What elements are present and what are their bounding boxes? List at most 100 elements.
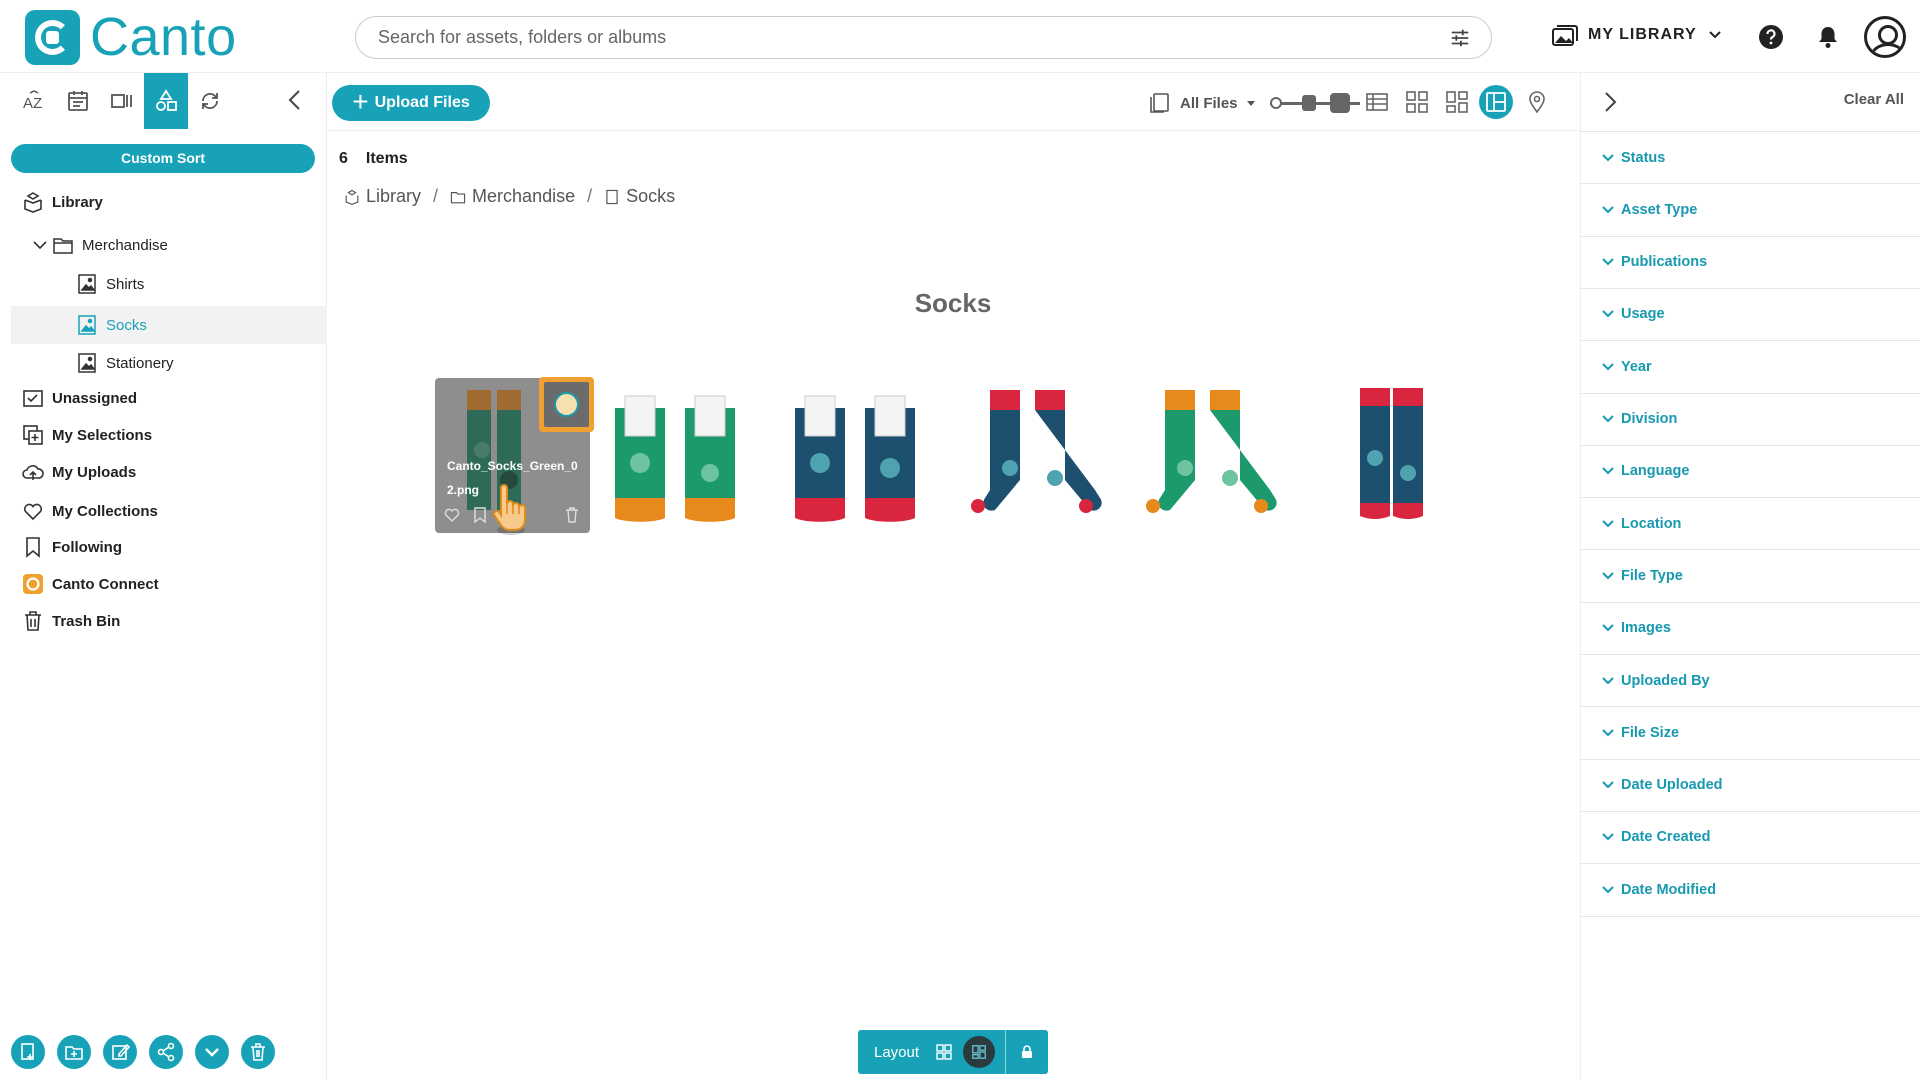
tree-item-label: Trash Bin (52, 612, 121, 630)
mosaic-view-icon[interactable] (1444, 89, 1470, 115)
asset-thumbnail[interactable] (605, 378, 760, 533)
breadcrumb-library[interactable]: Library (366, 186, 421, 207)
sort-recent-tab[interactable] (188, 73, 232, 129)
canto-logo[interactable]: Canto (25, 10, 237, 65)
delete-button[interactable] (241, 1035, 275, 1069)
list-view-icon[interactable] (1364, 89, 1390, 115)
search-input[interactable] (378, 17, 1378, 58)
chevron-down-icon (205, 1048, 219, 1057)
slider-small-handle[interactable] (1270, 97, 1282, 109)
masonry-layout-button[interactable] (963, 1036, 996, 1068)
clear-all-button[interactable]: Clear All (1844, 91, 1904, 108)
share-button[interactable] (149, 1035, 183, 1069)
filter-division[interactable]: Division (1581, 392, 1920, 445)
breadcrumb-socks[interactable]: Socks (626, 186, 675, 207)
masonry-view-button[interactable] (1479, 85, 1513, 119)
notification-bell-icon[interactable] (1815, 24, 1841, 50)
items-count: 6 Items (339, 150, 408, 168)
filter-publications[interactable]: Publications (1581, 235, 1920, 288)
breadcrumb-separator: / (587, 186, 593, 206)
trash-icon (251, 1043, 265, 1061)
library-switcher[interactable]: MY LIBRARY (1552, 24, 1723, 46)
tree-item-following[interactable]: Following (22, 531, 122, 563)
custom-sort-button[interactable]: Custom Sort (11, 144, 315, 173)
map-pin-icon[interactable] (1524, 89, 1550, 115)
lock-icon[interactable] (1020, 1045, 1034, 1059)
sock-image (1146, 390, 1277, 513)
slider-large-handle[interactable] (1330, 93, 1350, 113)
filter-label: Date Modified (1621, 881, 1717, 898)
tree-item-library[interactable]: Library (22, 186, 103, 218)
filter-usage[interactable]: Usage (1581, 287, 1920, 340)
tree-item-label: Following (52, 538, 122, 556)
sort-custom-tab[interactable] (144, 73, 188, 129)
asset-thumbnail[interactable]: Canto_Socks_Green_02.png (435, 377, 594, 535)
tree-item-my-collections[interactable]: My Collections (22, 495, 158, 527)
user-avatar[interactable] (1864, 16, 1906, 58)
tree-item-stationery[interactable]: Stationery (76, 347, 174, 379)
filter-date-uploaded[interactable]: Date Uploaded (1581, 758, 1920, 811)
sort-date-tab[interactable] (56, 73, 100, 129)
tree-item-my-selections[interactable]: My Selections (22, 419, 152, 451)
tree-item-label: Shirts (106, 275, 145, 293)
grid-view-icon[interactable] (1404, 89, 1430, 115)
tree-item-canto-connect[interactable]: Canto Connect (22, 568, 159, 600)
slider-medium-handle[interactable] (1302, 95, 1316, 111)
upload-files-button[interactable]: + Upload Files (332, 85, 490, 121)
tree-item-shirts[interactable]: Shirts (76, 268, 144, 300)
chevron-down-icon (1602, 833, 1614, 841)
new-album-button[interactable] (11, 1035, 45, 1069)
canto-logo-text: Canto (90, 7, 237, 67)
filter-date-created[interactable]: Date Created (1581, 810, 1920, 863)
new-folder-button[interactable] (57, 1035, 91, 1069)
help-icon[interactable] (1758, 24, 1784, 50)
tree-item-label: Library (52, 193, 103, 211)
trash-icon[interactable] (563, 506, 581, 524)
file-filter-dropdown[interactable]: All Files (1148, 91, 1256, 115)
tree-item-my-uploads[interactable]: My Uploads (22, 456, 136, 488)
heart-icon (23, 503, 43, 521)
filter-file-type[interactable]: File Type (1581, 549, 1920, 601)
filter-year[interactable]: Year (1581, 340, 1920, 392)
search-bar[interactable] (355, 16, 1492, 59)
filter-file-size[interactable]: File Size (1581, 706, 1920, 758)
sort-alphabetical-tab[interactable]: AZ (12, 73, 56, 129)
more-actions-button[interactable] (195, 1035, 229, 1069)
breadcrumb-merchandise[interactable]: Merchandise (472, 186, 575, 207)
filter-date-modified[interactable]: Date Modified (1581, 863, 1920, 915)
tree-item-merchandise[interactable]: Merchandise (32, 229, 168, 261)
top-header: Canto MY LIBRARY (0, 0, 1920, 73)
tree-item-label: Socks (106, 316, 147, 334)
tree-item-unassigned[interactable]: Unassigned (22, 382, 137, 414)
expand-panel-icon[interactable] (1597, 89, 1623, 115)
search-options-icon[interactable] (1449, 27, 1471, 49)
asset-thumbnail[interactable] (1325, 378, 1480, 533)
filter-status[interactable]: Status (1581, 131, 1920, 183)
asset-thumbnail[interactable] (1130, 378, 1285, 533)
filter-label: Uploaded By (1621, 672, 1710, 689)
sidebar-actions (11, 1035, 275, 1069)
thumbnail-size-slider[interactable] (1270, 93, 1360, 113)
sort-size-tab[interactable] (100, 73, 144, 129)
chevron-down-icon[interactable] (32, 237, 48, 253)
tree-item-socks[interactable]: Socks (11, 306, 327, 344)
filter-asset-type[interactable]: Asset Type (1581, 183, 1920, 235)
filter-label: Language (1621, 463, 1690, 480)
filter-uploaded-by[interactable]: Uploaded By (1581, 654, 1920, 706)
filter-language[interactable]: Language (1581, 444, 1920, 497)
collapse-sidebar-icon[interactable] (282, 87, 308, 113)
filter-location[interactable]: Location (1581, 497, 1920, 549)
asset-thumbnail[interactable] (780, 378, 935, 533)
edit-button[interactable] (103, 1035, 137, 1069)
tree-item-label: Merchandise (82, 236, 168, 254)
grid-layout-icon[interactable] (935, 1043, 953, 1061)
selections-icon (23, 425, 43, 445)
tree-item-trash-bin[interactable]: Trash Bin (22, 605, 120, 637)
svg-text:A: A (23, 95, 33, 112)
filter-images[interactable]: Images (1581, 601, 1920, 654)
filter-label: Date Created (1621, 829, 1711, 846)
add-to-collection-icon[interactable] (443, 506, 461, 524)
breadcrumb: Library / Merchandise / Socks (344, 186, 675, 207)
asset-thumbnail[interactable] (955, 378, 1110, 533)
select-checkbox[interactable] (539, 377, 594, 432)
